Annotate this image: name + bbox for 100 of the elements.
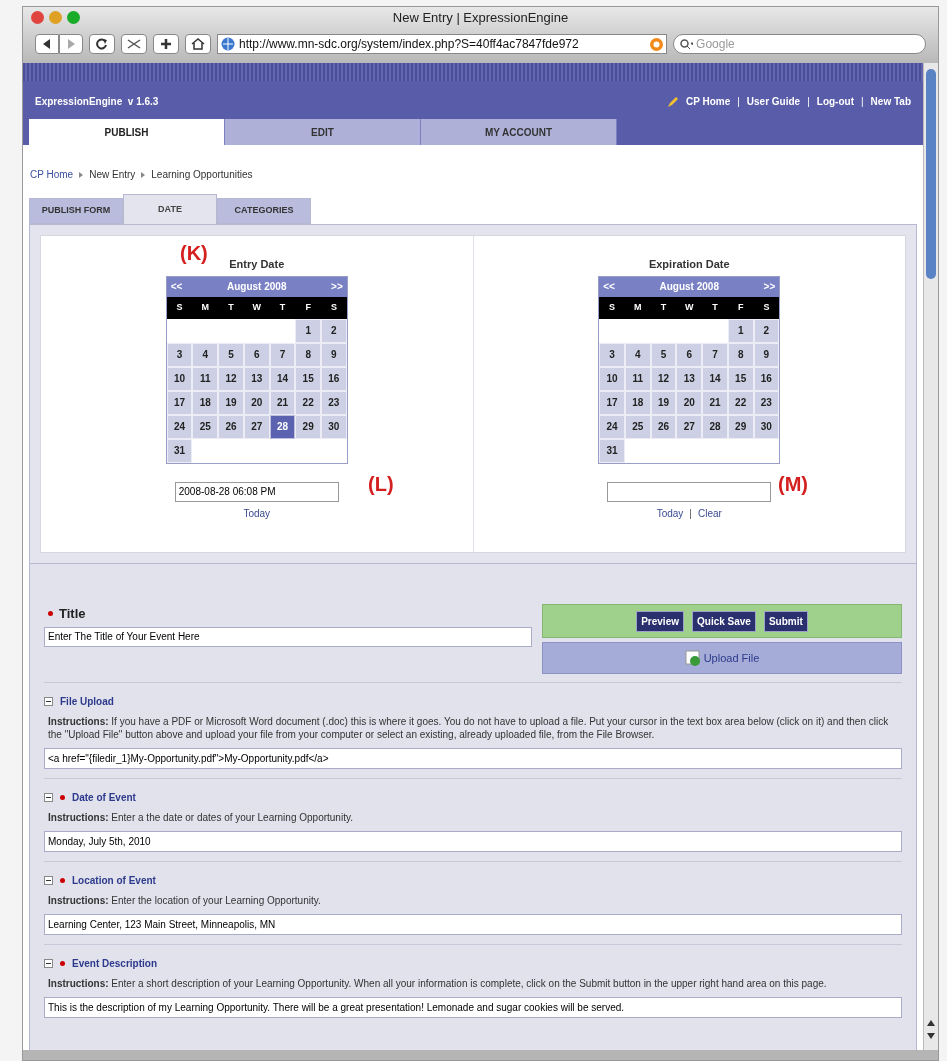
field-label: Title [59, 605, 86, 623]
calendar-day[interactable]: 8 [295, 342, 322, 367]
calendar-day[interactable]: 12 [218, 366, 244, 391]
globe-icon [221, 37, 235, 51]
weekday-label: W [684, 300, 695, 314]
scrollbar[interactable] [923, 63, 938, 1050]
action-button[interactable]: Preview [636, 610, 684, 632]
breadcrumb-link[interactable]: CP Home [30, 167, 74, 182]
calendar-day[interactable]: 4 [192, 342, 219, 367]
date-link[interactable]: Today [243, 505, 271, 521]
title-field[interactable]: Enter The Title of Your Event Here [44, 626, 532, 647]
collapse-icon[interactable] [44, 876, 53, 885]
calendar-day[interactable]: 21 [702, 390, 728, 415]
text-field[interactable]: <a href="{filedir_1}My-Opportunity.pdf">My-Opportunity.pdf</a> [44, 748, 902, 769]
form-tab[interactable]: CATEGORIES [217, 198, 311, 224]
main-tab[interactable]: EDIT [225, 119, 421, 145]
calendar-day[interactable]: 7 [702, 342, 728, 367]
calendar-day[interactable]: 10 [166, 366, 193, 391]
calendar-day[interactable]: 2 [321, 318, 347, 343]
scroll-down-icon[interactable] [927, 1033, 935, 1040]
home-button[interactable] [185, 34, 211, 54]
date-field[interactable]: 2008-08-28 06:08 PM [174, 481, 339, 502]
prev-month-button[interactable]: << [603, 279, 615, 294]
address-bar[interactable]: http://www.mn-sdc.org/system/index.php?S=40ff4ac7847fde972 [217, 34, 667, 54]
calendar-day[interactable]: 3 [599, 342, 625, 367]
instructions-text: Instructions: Enter a the date or dates of your Learning Opportunity. [47, 811, 354, 824]
text-field[interactable]: This is the description of my Learning Opportunity. There will be a great presentation! Lemonade and sugar cookies will be served. [44, 997, 902, 1018]
calendar-day[interactable]: 1 [295, 318, 322, 343]
calendar-day[interactable]: 23 [321, 390, 347, 415]
form-tab[interactable]: DATE [123, 194, 217, 224]
back-icon [43, 39, 51, 49]
scroll-thumb[interactable] [926, 69, 936, 279]
calendar-day[interactable]: 22 [295, 390, 322, 415]
back-button[interactable] [35, 34, 59, 54]
next-month-button[interactable]: >> [763, 279, 776, 294]
calendar-day[interactable]: 27 [676, 414, 703, 439]
calendar-day[interactable]: 18 [192, 390, 219, 415]
bookmark-button[interactable] [121, 34, 147, 54]
calendar-day[interactable]: 29 [295, 414, 322, 439]
calendar-day[interactable]: 9 [321, 342, 347, 367]
weekday-label: S [762, 300, 771, 314]
collapse-icon[interactable] [44, 697, 53, 706]
pencil-icon [666, 95, 679, 108]
header-link[interactable]: New Tab [870, 94, 911, 109]
weekday-label: S [175, 300, 184, 314]
form-tab[interactable]: PUBLISH FORM [29, 198, 123, 224]
field-label: Event Description [72, 957, 158, 971]
calendar-day[interactable]: 20 [676, 390, 703, 415]
calendar-day[interactable]: 28 [702, 414, 728, 439]
calendar-day[interactable]: 31 [599, 438, 625, 463]
header-link[interactable]: Log-out [816, 94, 854, 109]
text-field[interactable]: Learning Center, 123 Main Street, Minneapolis, MN [44, 914, 902, 935]
date-link[interactable]: Clear [697, 505, 722, 521]
calendar-day[interactable]: 5 [218, 342, 244, 367]
calendar-day[interactable]: 30 [321, 414, 347, 439]
main-tab[interactable]: PUBLISH [29, 119, 225, 145]
date-link[interactable]: Today [656, 505, 684, 521]
plus-icon [160, 38, 172, 50]
search-field[interactable]: Google [673, 34, 926, 54]
reload-icon [96, 38, 108, 50]
calendar-day[interactable]: 26 [218, 414, 244, 439]
calendar-day[interactable]: 24 [166, 414, 193, 439]
breadcrumb-arrow-icon [141, 171, 146, 178]
url-text: http://www.mn-sdc.org/system/index.php?S=40ff4ac7847fde972 [239, 36, 580, 53]
calendar-day[interactable]: 24 [599, 414, 625, 439]
calendar-day[interactable]: 19 [218, 390, 244, 415]
scroll-up-icon[interactable] [927, 1019, 935, 1026]
prev-month-button[interactable]: << [170, 279, 183, 294]
calendar-day[interactable]: 16 [321, 366, 347, 391]
upload-file-button[interactable]: Upload File [542, 642, 902, 674]
calendar-day[interactable]: 6 [676, 342, 703, 367]
action-button[interactable]: Submit [763, 610, 808, 632]
close-button[interactable] [31, 11, 44, 24]
calendar-day[interactable]: 3 [166, 342, 193, 367]
calendar-day[interactable]: 10 [599, 366, 625, 391]
reload-button[interactable] [89, 34, 115, 54]
collapse-icon[interactable] [44, 793, 53, 802]
field-label: File Upload [60, 695, 114, 709]
header-link[interactable]: CP Home [685, 94, 731, 109]
next-month-button[interactable]: >> [331, 279, 343, 294]
date-field[interactable] [607, 481, 772, 502]
calendar-day[interactable]: 31 [166, 438, 193, 463]
calendar-day[interactable]: 17 [166, 390, 193, 415]
calendar-day[interactable]: 11 [192, 366, 219, 391]
window-title: New Entry | ExpressionEngine [392, 9, 569, 28]
header-link[interactable]: User Guide [746, 94, 801, 109]
action-button[interactable]: Quick Save [692, 610, 756, 632]
month-label: August 2008 [659, 280, 719, 294]
collapse-icon[interactable] [44, 959, 53, 968]
home-icon [191, 38, 205, 50]
calendar-day[interactable]: 13 [676, 366, 703, 391]
calendar-day[interactable]: 14 [702, 366, 728, 391]
search-input[interactable]: Google [696, 35, 919, 53]
calendar-day[interactable]: 17 [599, 390, 625, 415]
calendar-day[interactable]: 25 [192, 414, 219, 439]
calendar-day[interactable]: 15 [295, 366, 322, 391]
weekday-label: F [304, 300, 312, 314]
text-field[interactable]: Monday, July 5th, 2010 [44, 831, 902, 852]
add-button[interactable] [153, 34, 179, 54]
main-tab[interactable]: MY ACCOUNT [421, 119, 617, 145]
